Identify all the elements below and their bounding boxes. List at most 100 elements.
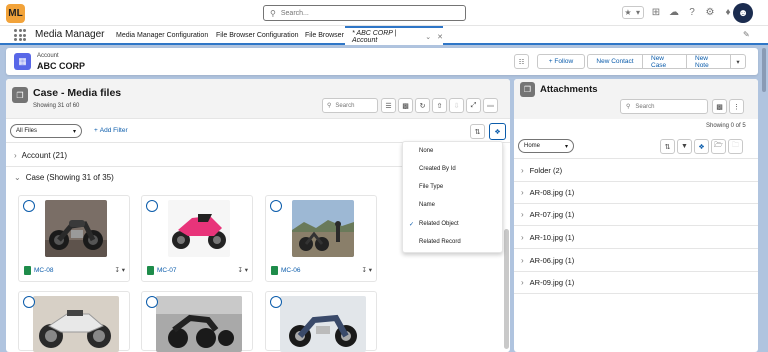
grid-view-icon[interactable]: ▩ [712,99,727,114]
select-checkbox[interactable] [146,296,158,308]
add-icon[interactable]: ⊞ [650,7,662,19]
sort-icon[interactable]: ⇅ [470,124,485,139]
file-filter-select[interactable]: All Files ▾ [10,124,82,138]
tab-abc-corp-account[interactable]: * ABC CORP | Account ⌄ ✕ [345,26,443,45]
chevron-down-icon: ▾ [564,143,568,150]
file-card[interactable] [18,291,130,352]
chevron-down-icon: ⌄ [14,172,21,182]
folder-row[interactable]: › AR-08.jpg (1) [514,182,758,204]
file-thumbnail[interactable] [292,200,354,257]
folder-row[interactable]: › AR-07.jpg (1) [514,204,758,226]
file-name-link[interactable]: MC-07 [157,267,177,274]
file-thumbnail[interactable] [280,296,366,352]
tab-label: * ABC CORP | Account [352,29,397,44]
nav-item-file-browser-configuration[interactable]: File Browser Configuration [216,32,298,39]
sort-icon[interactable]: ⇅ [660,139,675,154]
file-thumbnail[interactable] [33,296,119,352]
file-card[interactable] [265,291,377,352]
global-search-placeholder: Search... [280,9,309,17]
filter-icon[interactable]: ▼ [677,139,692,154]
record-header: ▦ Account ABC CORP ☷ + Follow New Contac… [6,48,758,75]
new-contact-button[interactable]: New Contact [587,54,643,69]
cloud-icon[interactable]: ☁ [668,7,680,19]
select-checkbox[interactable] [146,200,158,212]
location-select[interactable]: Home ▾ [518,139,574,153]
attachments-search-input[interactable]: ⚲ Search [620,99,708,114]
chevron-down-icon[interactable]: ⌄ [425,33,431,41]
select-checkbox[interactable] [270,296,282,308]
menu-item-name[interactable]: Name [403,198,503,212]
menu-item-label: None [419,148,434,154]
avatar[interactable]: ☻ [733,3,753,23]
select-checkbox[interactable] [23,200,35,212]
gear-icon[interactable]: ⚙ [704,7,716,19]
file-card[interactable]: MC-08 ↧ ▾ [18,195,130,282]
hierarchy-button[interactable]: ☷ [514,54,529,69]
file-name-link[interactable]: MC-06 [281,267,301,274]
upload-icon[interactable]: ⇧ [432,98,447,113]
menu-item-none[interactable]: None [403,144,503,158]
file-card[interactable]: MC-07 ↧ ▾ [141,195,253,282]
menu-item-related-record[interactable]: Related Record [403,235,503,249]
group-by-icon[interactable]: ❖ [694,139,709,154]
move-folder-icon[interactable]: 🗀 [728,139,743,154]
download-menu-icon[interactable]: ↧ ▾ [237,266,248,274]
new-note-button[interactable]: New Note [687,54,731,69]
more-actions-button[interactable]: ▾ [731,54,746,69]
grid-view-icon[interactable]: ▩ [398,98,413,113]
nav-item-file-browser[interactable]: File Browser [305,32,344,39]
select-checkbox[interactable] [23,296,35,308]
app-name: Media Manager [35,29,105,40]
file-thumbnail[interactable] [45,200,107,257]
expand-icon[interactable]: ⤢ [466,98,481,113]
file-card[interactable]: MC-06 ↧ ▾ [265,195,377,282]
folder-row[interactable]: › AR-06.jpg (1) [514,250,758,272]
chevron-down-icon[interactable]: ▾ [633,7,643,18]
folder-label: Folder (2) [529,166,563,175]
media-search-input[interactable]: ⚲ Search [322,98,378,113]
window-scrollbar[interactable] [762,48,766,92]
new-folder-icon[interactable]: 🗁 [711,139,726,154]
files-icon: ❐ [12,87,28,103]
app-launcher-icon[interactable] [14,29,26,41]
app-logo[interactable]: ML [6,4,25,23]
refresh-icon[interactable]: ↻ [415,98,430,113]
download-menu-icon[interactable]: ↧ ▾ [114,266,125,274]
download-menu-icon[interactable]: ↧ ▾ [361,266,372,274]
attachments-title: Attachments [540,84,598,95]
folder-row[interactable]: › AR-10.jpg (1) [514,227,758,249]
new-case-button[interactable]: New Case [643,54,687,69]
folder-row[interactable]: › AR-09.jpg (1) [514,272,758,294]
delete-icon[interactable]: ▬ [483,98,498,113]
select-checkbox[interactable] [270,200,282,212]
edit-nav-icon[interactable]: ✎ [743,30,750,39]
star-icon[interactable]: ★ [623,7,633,18]
file-thumbnail[interactable] [156,296,242,352]
download-icon[interactable]: ⇩ [449,98,464,113]
global-search-input[interactable]: ⚲ Search... [263,5,466,21]
folder-row[interactable]: › Folder (2) [514,160,758,182]
list-view-icon[interactable]: ☰ [381,98,396,113]
close-icon[interactable]: ✕ [437,33,443,41]
chevron-right-icon: › [521,166,524,175]
action-button-group: New Contact New Case New Note ▾ [587,54,746,69]
attachments-count: Showing 0 of 5 [706,123,746,129]
file-thumbnail[interactable] [168,200,230,257]
add-filter-link[interactable]: + Add Filter [94,127,128,134]
header-icons: ★ ▾ ⊞ ☁ ? ⚙ ♦ [622,6,734,19]
file-footer: MC-07 ↧ ▾ [142,263,254,277]
search-placeholder: Search [335,102,355,109]
menu-item-created-by-id[interactable]: Created By Id [403,162,503,176]
chevron-down-icon: ▾ [72,128,76,135]
more-options-icon[interactable]: ⋮ [729,99,744,114]
help-icon[interactable]: ? [686,7,698,19]
group-by-icon[interactable]: ❖ [489,123,506,140]
menu-item-file-type[interactable]: File Type [403,180,503,194]
panel-scrollbar[interactable] [504,229,509,349]
file-card[interactable] [141,291,253,352]
file-name-link[interactable]: MC-08 [34,267,54,274]
nav-item-media-manager-configuration[interactable]: Media Manager Configuration [116,32,208,39]
menu-item-related-object[interactable]: ✓ Related Object [403,217,503,231]
follow-button[interactable]: + Follow [537,54,585,69]
favorites-group: ★ ▾ [622,6,644,19]
